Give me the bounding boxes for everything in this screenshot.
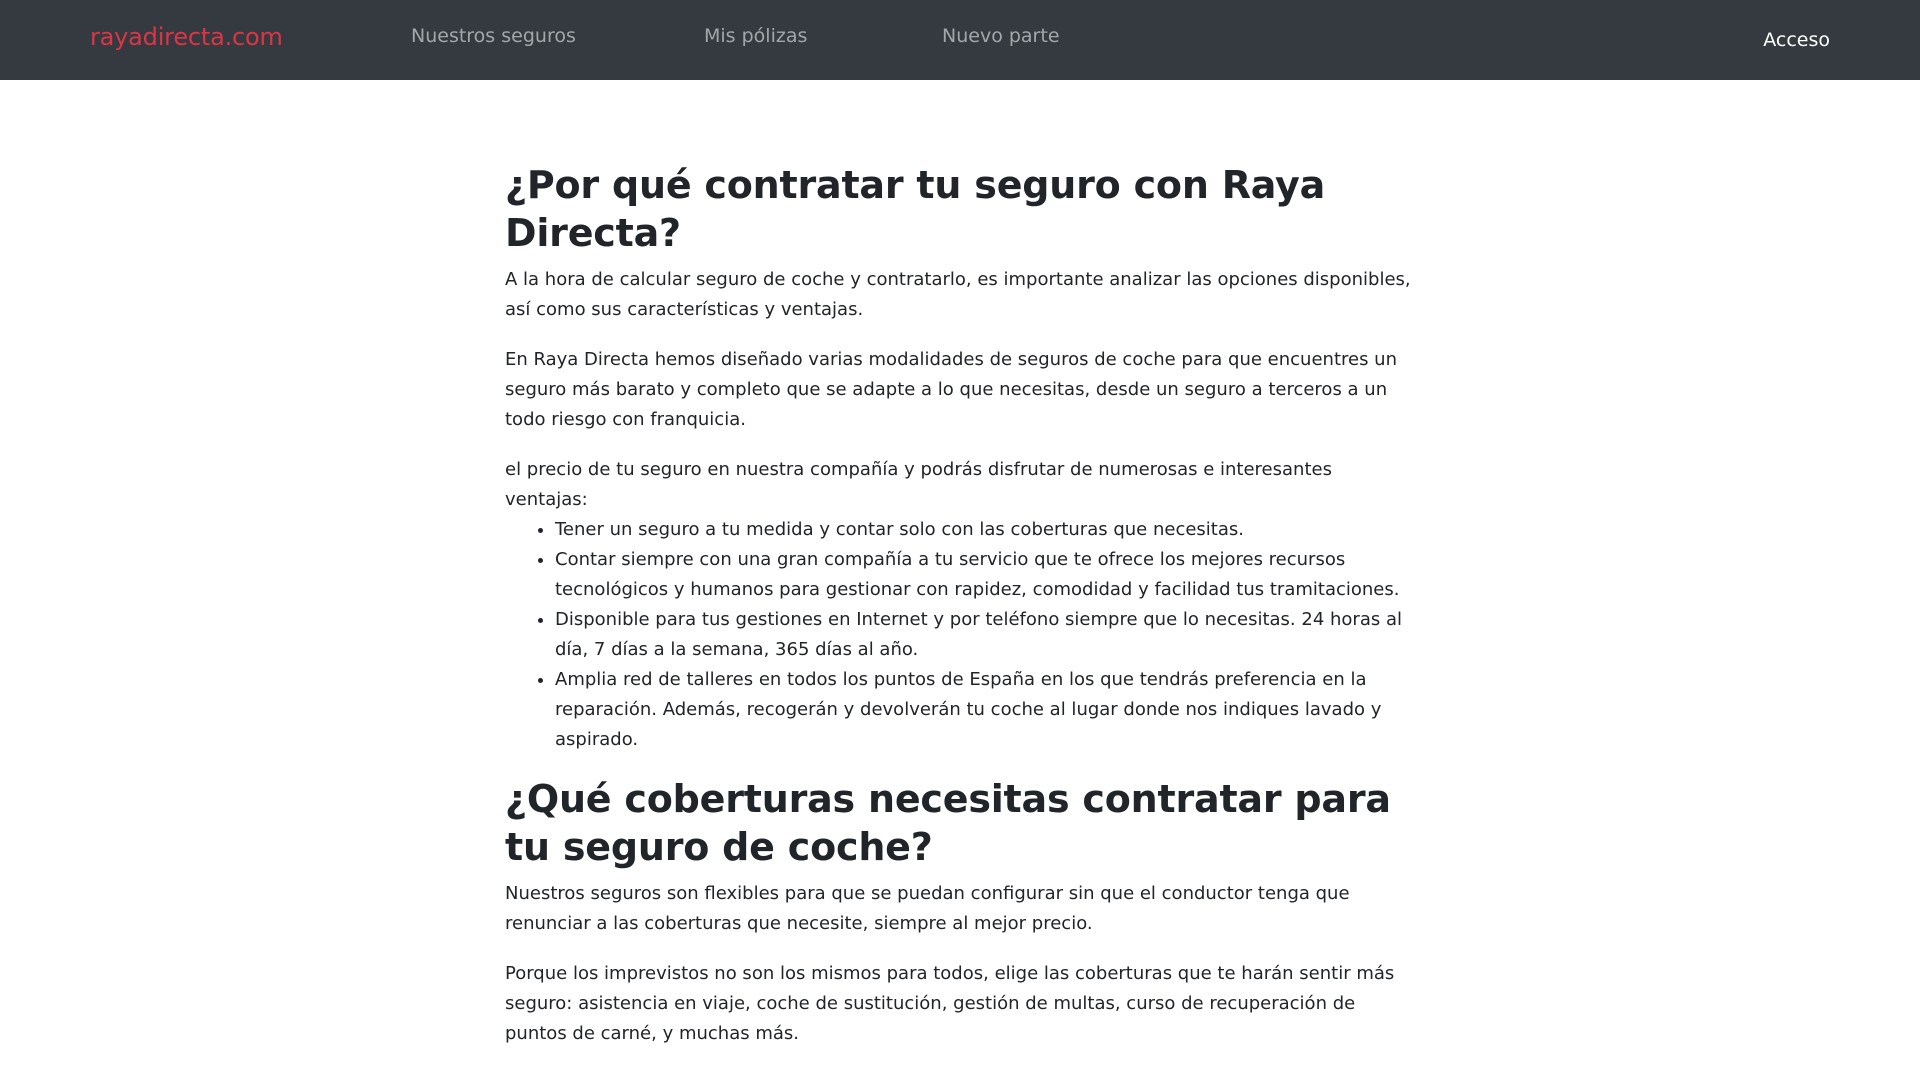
list-item: Disponible para tus gestiones en Interne… [555, 605, 1415, 665]
coverages-paragraph: Porque los imprevistos no son los mismos… [505, 963, 1395, 1044]
benefits-list: Tener un seguro a tu medida y contar sol… [505, 515, 1415, 755]
intro-paragraph: A la hora de calcular seguro de coche y … [505, 269, 1411, 320]
top-navbar: rayadirecta.com Nuestros seguros Mis pól… [0, 0, 1920, 80]
flexible-paragraph: Nuestros seguros son flexibles para que … [505, 883, 1350, 934]
brand-logo-link[interactable]: rayadirecta.com [90, 21, 283, 53]
modalities-paragraph: En Raya Directa hemos diseñado varias mo… [505, 349, 1397, 430]
list-item: Amplia red de talleres en todos los punt… [555, 665, 1415, 755]
section-title-coverages: ¿Qué coberturas necesitas contratar para… [505, 777, 1391, 869]
nav-link-nuevo-parte[interactable]: Nuevo parte [942, 23, 1060, 49]
benefits-intro: el precio de tu seguro en nuestra compañ… [505, 459, 1332, 510]
list-item: Tener un seguro a tu medida y contar sol… [555, 515, 1415, 545]
list-item: Contar siempre con una gran compañía a t… [555, 545, 1415, 605]
section-title-why-contract: ¿Por qué contratar tu seguro con Raya Di… [505, 163, 1326, 255]
login-link[interactable]: Acceso [1763, 27, 1830, 53]
nav-link-mis-polizas[interactable]: Mis pólizas [704, 23, 807, 49]
nav-link-nuestros-seguros[interactable]: Nuestros seguros [411, 23, 576, 49]
main-content: ¿Por qué contratar tu seguro con Raya Di… [505, 161, 1415, 1069]
